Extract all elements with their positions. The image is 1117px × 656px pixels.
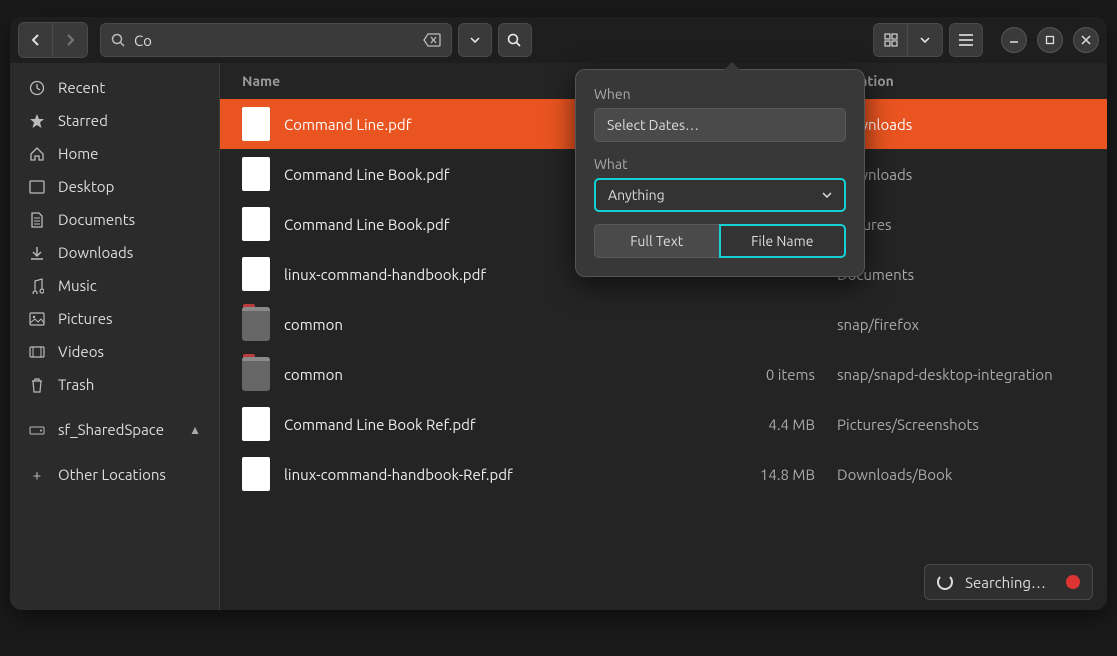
- when-label: When: [594, 86, 846, 102]
- select-dates-button[interactable]: Select Dates…: [594, 108, 846, 142]
- chevron-down-icon: [822, 192, 832, 198]
- sidebar-item-trash[interactable]: Trash: [10, 368, 219, 401]
- image-icon: [28, 312, 46, 326]
- file-location: snap/snapd-desktop-integration: [815, 366, 1085, 383]
- search-icon: [111, 33, 126, 48]
- clock-icon: [28, 80, 46, 96]
- file-size: 0 items: [715, 366, 815, 383]
- pdf-thumbnail-icon: [242, 457, 270, 491]
- search-filter-popover: When Select Dates… What Anything Full Te…: [575, 69, 865, 277]
- minimize-button[interactable]: [1001, 27, 1027, 53]
- spinner-icon: [937, 574, 953, 590]
- folder-icon: [242, 357, 270, 391]
- pdf-thumbnail-icon: [242, 107, 270, 141]
- folder-icon: [242, 307, 270, 341]
- sidebar-item-label: Pictures: [58, 310, 113, 327]
- sidebar-item-recent[interactable]: Recent: [10, 71, 219, 104]
- status-bar: Searching…: [924, 564, 1093, 600]
- file-size: 14.8 MB: [715, 466, 815, 483]
- status-text: Searching…: [965, 574, 1046, 591]
- file-name: Command Line Book Ref.pdf: [284, 416, 715, 433]
- file-size: 4.4 MB: [715, 416, 815, 433]
- sidebar-item-label: Recent: [58, 79, 105, 96]
- nav-group: [18, 22, 88, 58]
- search-dropdown-button[interactable]: [458, 23, 492, 57]
- sidebar-item-pictures[interactable]: Pictures: [10, 302, 219, 335]
- view-switch: [873, 23, 943, 57]
- file-name: linux-command-handbook-Ref.pdf: [284, 466, 715, 483]
- forward-button[interactable]: [53, 23, 87, 57]
- desktop-icon: [28, 180, 46, 194]
- full-text-button[interactable]: Full Text: [594, 224, 719, 258]
- sidebar-item-label: Trash: [58, 376, 94, 393]
- sidebar-item-starred[interactable]: Starred: [10, 104, 219, 137]
- pdf-thumbnail-icon: [242, 407, 270, 441]
- file-row[interactable]: common0 itemssnap/snapd-desktop-integrat…: [220, 349, 1107, 399]
- file-row[interactable]: common snap/firefox: [220, 299, 1107, 349]
- sidebar-other-label: Other Locations: [58, 466, 166, 483]
- drive-icon: [28, 424, 46, 436]
- file-name-button[interactable]: File Name: [719, 224, 847, 258]
- sidebar-item-label: Home: [58, 145, 98, 162]
- sidebar-item-downloads[interactable]: Downloads: [10, 236, 219, 269]
- back-button[interactable]: [19, 23, 53, 57]
- sidebar-item-desktop[interactable]: Desktop: [10, 170, 219, 203]
- clear-search-icon[interactable]: [423, 33, 441, 47]
- file-location: snap/firefox: [815, 316, 1085, 333]
- sidebar-item-videos[interactable]: Videos: [10, 335, 219, 368]
- search-toggle-button[interactable]: [498, 23, 532, 57]
- file-location: Downloads/Book: [815, 466, 1085, 483]
- what-label: What: [594, 156, 846, 172]
- file-location: Pictures/Screenshots: [815, 416, 1085, 433]
- file-row[interactable]: linux-command-handbook-Ref.pdf14.8 MBDow…: [220, 449, 1107, 499]
- trash-icon: [28, 377, 46, 393]
- sidebar-item-label: Music: [58, 277, 97, 294]
- eject-icon[interactable]: ▲: [189, 423, 201, 437]
- sidebar-item-label: Documents: [58, 211, 135, 228]
- file-name: common: [284, 316, 715, 333]
- sidebar-item-music[interactable]: Music: [10, 269, 219, 302]
- sidebar-item-label: Desktop: [58, 178, 114, 195]
- record-icon: [1066, 575, 1080, 589]
- maximize-button[interactable]: [1037, 27, 1063, 53]
- star-icon: [28, 113, 46, 129]
- file-row[interactable]: Command Line Book Ref.pdf4.4 MBPictures/…: [220, 399, 1107, 449]
- type-filter-dropdown[interactable]: Anything: [594, 178, 846, 212]
- titlebar: [10, 17, 1107, 63]
- search-bar[interactable]: [100, 23, 452, 57]
- music-icon: [28, 278, 46, 294]
- home-icon: [28, 146, 46, 162]
- doc-icon: [28, 212, 46, 228]
- pdf-thumbnail-icon: [242, 257, 270, 291]
- sidebar-item-documents[interactable]: Documents: [10, 203, 219, 236]
- grid-view-button[interactable]: [874, 24, 908, 56]
- sidebar-item-home[interactable]: Home: [10, 137, 219, 170]
- pdf-thumbnail-icon: [242, 207, 270, 241]
- sidebar-mount-label: sf_SharedSpace: [58, 421, 164, 438]
- search-input[interactable]: [134, 32, 415, 49]
- sidebar-item-label: Videos: [58, 343, 104, 360]
- pdf-thumbnail-icon: [242, 157, 270, 191]
- sidebar-mount[interactable]: sf_SharedSpace ▲: [10, 413, 219, 446]
- sidebar-item-label: Starred: [58, 112, 108, 129]
- sidebar-item-label: Downloads: [58, 244, 133, 261]
- view-dropdown-button[interactable]: [908, 24, 942, 56]
- hamburger-menu-button[interactable]: [949, 23, 983, 57]
- sidebar: Recent Starred Home Desktop Documents Downloa…: [10, 63, 220, 610]
- video-icon: [28, 346, 46, 358]
- sidebar-other-locations[interactable]: + Other Locations: [10, 458, 219, 491]
- file-name: common: [284, 366, 715, 383]
- plus-icon: +: [28, 466, 46, 483]
- download-icon: [28, 245, 46, 261]
- close-button[interactable]: [1073, 27, 1099, 53]
